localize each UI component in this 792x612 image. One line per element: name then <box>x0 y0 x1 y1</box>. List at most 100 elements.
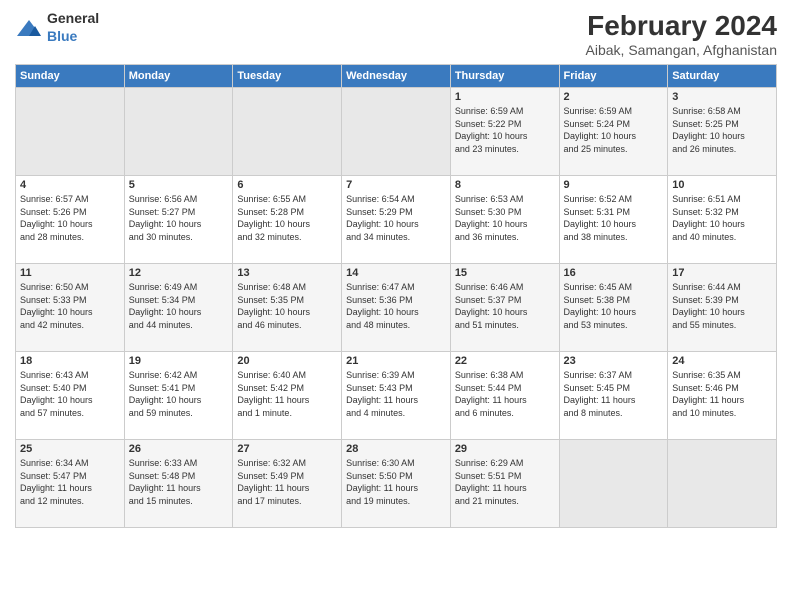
day-number: 4 <box>20 179 120 191</box>
day-number: 9 <box>564 179 664 191</box>
day-number: 5 <box>129 179 229 191</box>
calendar-cell: 21 Sunrise: 6:39 AM Sunset: 5:43 PM Dayli… <box>342 352 451 440</box>
day-number: 20 <box>237 355 337 367</box>
header-friday: Friday <box>559 65 668 88</box>
header-thursday: Thursday <box>450 65 559 88</box>
day-number: 24 <box>672 355 772 367</box>
calendar-body: 1Sunrise: 6:59 AM Sunset: 5:22 PM Daylig… <box>16 88 777 528</box>
day-number: 15 <box>455 267 555 279</box>
day-info: Sunrise: 6:58 AM Sunset: 5:25 PM Dayligh… <box>672 105 772 155</box>
calendar-cell: 8 Sunrise: 6:53 AM Sunset: 5:30 PM Daylig… <box>450 176 559 264</box>
day-number: 21 <box>346 355 446 367</box>
day-info: Sunrise: 6:47 AM Sunset: 5:36 PM Dayligh… <box>346 281 446 331</box>
day-number: 27 <box>237 443 337 455</box>
calendar-cell: 6Sunrise: 6:55 AM Sunset: 5:28 PM Daylig… <box>233 176 342 264</box>
day-info: Sunrise: 6:34 AM Sunset: 5:47 PM Dayligh… <box>20 457 120 507</box>
day-info: Sunrise: 6:30 AM Sunset: 5:50 PM Dayligh… <box>346 457 446 507</box>
calendar-cell: 12 Sunrise: 6:49 AM Sunset: 5:34 PM Dayli… <box>124 264 233 352</box>
calendar-cell: 13Sunrise: 6:48 AM Sunset: 5:35 PM Dayli… <box>233 264 342 352</box>
day-info: Sunrise: 6:56 AM Sunset: 5:27 PM Dayligh… <box>129 193 229 243</box>
day-number: 14 <box>346 267 446 279</box>
day-number: 28 <box>346 443 446 455</box>
day-info: Sunrise: 6:45 AM Sunset: 5:38 PM Dayligh… <box>564 281 664 331</box>
calendar-week-1: 1Sunrise: 6:59 AM Sunset: 5:22 PM Daylig… <box>16 88 777 176</box>
calendar-cell <box>559 440 668 528</box>
day-info: Sunrise: 6:33 AM Sunset: 5:48 PM Dayligh… <box>129 457 229 507</box>
header-monday: Monday <box>124 65 233 88</box>
day-number: 8 <box>455 179 555 191</box>
day-number: 17 <box>672 267 772 279</box>
calendar-cell: 15 Sunrise: 6:46 AM Sunset: 5:37 PM Dayli… <box>450 264 559 352</box>
calendar-table: Sunday Monday Tuesday Wednesday Thursday… <box>15 64 777 528</box>
calendar-cell: 4Sunrise: 6:57 AM Sunset: 5:26 PM Daylig… <box>16 176 125 264</box>
month-title: February 2024 <box>586 10 777 42</box>
calendar-cell: 29Sunrise: 6:29 AM Sunset: 5:51 PM Dayli… <box>450 440 559 528</box>
day-info: Sunrise: 6:52 AM Sunset: 5:31 PM Dayligh… <box>564 193 664 243</box>
calendar-cell <box>233 88 342 176</box>
header-wednesday: Wednesday <box>342 65 451 88</box>
calendar-cell: 23 Sunrise: 6:37 AM Sunset: 5:45 PM Dayli… <box>559 352 668 440</box>
day-info: Sunrise: 6:54 AM Sunset: 5:29 PM Dayligh… <box>346 193 446 243</box>
day-number: 6 <box>237 179 337 191</box>
header-sunday: Sunday <box>16 65 125 88</box>
logo-general: General <box>47 10 99 26</box>
day-info: Sunrise: 6:35 AM Sunset: 5:46 PM Dayligh… <box>672 369 772 419</box>
calendar-week-5: 25 Sunrise: 6:34 AM Sunset: 5:47 PM Dayli… <box>16 440 777 528</box>
day-number: 23 <box>564 355 664 367</box>
day-number: 18 <box>20 355 120 367</box>
calendar-cell: 24 Sunrise: 6:35 AM Sunset: 5:46 PM Dayli… <box>668 352 777 440</box>
day-number: 12 <box>129 267 229 279</box>
day-info: Sunrise: 6:40 AM Sunset: 5:42 PM Dayligh… <box>237 369 337 419</box>
calendar-cell <box>342 88 451 176</box>
day-number: 2 <box>564 91 664 103</box>
calendar-cell: 7Sunrise: 6:54 AM Sunset: 5:29 PM Daylig… <box>342 176 451 264</box>
day-number: 29 <box>455 443 555 455</box>
day-info: Sunrise: 6:53 AM Sunset: 5:30 PM Dayligh… <box>455 193 555 243</box>
calendar-cell: 11 Sunrise: 6:50 AM Sunset: 5:33 PM Dayli… <box>16 264 125 352</box>
day-number: 25 <box>20 443 120 455</box>
calendar-week-3: 11 Sunrise: 6:50 AM Sunset: 5:33 PM Dayli… <box>16 264 777 352</box>
day-info: Sunrise: 6:39 AM Sunset: 5:43 PM Dayligh… <box>346 369 446 419</box>
header-tuesday: Tuesday <box>233 65 342 88</box>
calendar-cell: 22 Sunrise: 6:38 AM Sunset: 5:44 PM Dayli… <box>450 352 559 440</box>
calendar-cell: 16Sunrise: 6:45 AM Sunset: 5:38 PM Dayli… <box>559 264 668 352</box>
calendar-cell: 26 Sunrise: 6:33 AM Sunset: 5:48 PM Dayli… <box>124 440 233 528</box>
calendar-cell: 3 Sunrise: 6:58 AM Sunset: 5:25 PM Daylig… <box>668 88 777 176</box>
day-info: Sunrise: 6:49 AM Sunset: 5:34 PM Dayligh… <box>129 281 229 331</box>
day-number: 3 <box>672 91 772 103</box>
day-info: Sunrise: 6:48 AM Sunset: 5:35 PM Dayligh… <box>237 281 337 331</box>
day-info: Sunrise: 6:46 AM Sunset: 5:37 PM Dayligh… <box>455 281 555 331</box>
location-subtitle: Aibak, Samangan, Afghanistan <box>586 42 777 58</box>
day-info: Sunrise: 6:43 AM Sunset: 5:40 PM Dayligh… <box>20 369 120 419</box>
calendar-cell <box>668 440 777 528</box>
calendar-header: Sunday Monday Tuesday Wednesday Thursday… <box>16 65 777 88</box>
calendar-cell: 20 Sunrise: 6:40 AM Sunset: 5:42 PM Dayli… <box>233 352 342 440</box>
calendar-cell <box>124 88 233 176</box>
day-info: Sunrise: 6:38 AM Sunset: 5:44 PM Dayligh… <box>455 369 555 419</box>
calendar-cell: 19 Sunrise: 6:42 AM Sunset: 5:41 PM Dayli… <box>124 352 233 440</box>
day-number: 10 <box>672 179 772 191</box>
header: General Blue February 2024 Aibak, Samang… <box>15 10 777 58</box>
day-number: 22 <box>455 355 555 367</box>
calendar-cell: 27Sunrise: 6:32 AM Sunset: 5:49 PM Dayli… <box>233 440 342 528</box>
day-info: Sunrise: 6:37 AM Sunset: 5:45 PM Dayligh… <box>564 369 664 419</box>
calendar-cell: 25 Sunrise: 6:34 AM Sunset: 5:47 PM Dayli… <box>16 440 125 528</box>
calendar-cell: 9 Sunrise: 6:52 AM Sunset: 5:31 PM Daylig… <box>559 176 668 264</box>
calendar-cell: 2 Sunrise: 6:59 AM Sunset: 5:24 PM Daylig… <box>559 88 668 176</box>
day-number: 19 <box>129 355 229 367</box>
day-info: Sunrise: 6:44 AM Sunset: 5:39 PM Dayligh… <box>672 281 772 331</box>
logo: General Blue <box>15 10 99 46</box>
day-info: Sunrise: 6:59 AM Sunset: 5:22 PM Dayligh… <box>455 105 555 155</box>
day-info: Sunrise: 6:42 AM Sunset: 5:41 PM Dayligh… <box>129 369 229 419</box>
day-number: 26 <box>129 443 229 455</box>
day-info: Sunrise: 6:51 AM Sunset: 5:32 PM Dayligh… <box>672 193 772 243</box>
calendar-cell <box>16 88 125 176</box>
day-info: Sunrise: 6:59 AM Sunset: 5:24 PM Dayligh… <box>564 105 664 155</box>
calendar-cell: 1Sunrise: 6:59 AM Sunset: 5:22 PM Daylig… <box>450 88 559 176</box>
calendar-cell: 28 Sunrise: 6:30 AM Sunset: 5:50 PM Dayli… <box>342 440 451 528</box>
weekday-row: Sunday Monday Tuesday Wednesday Thursday… <box>16 65 777 88</box>
day-info: Sunrise: 6:50 AM Sunset: 5:33 PM Dayligh… <box>20 281 120 331</box>
day-number: 11 <box>20 267 120 279</box>
calendar-week-4: 18 Sunrise: 6:43 AM Sunset: 5:40 PM Dayli… <box>16 352 777 440</box>
title-block: February 2024 Aibak, Samangan, Afghanist… <box>586 10 777 58</box>
